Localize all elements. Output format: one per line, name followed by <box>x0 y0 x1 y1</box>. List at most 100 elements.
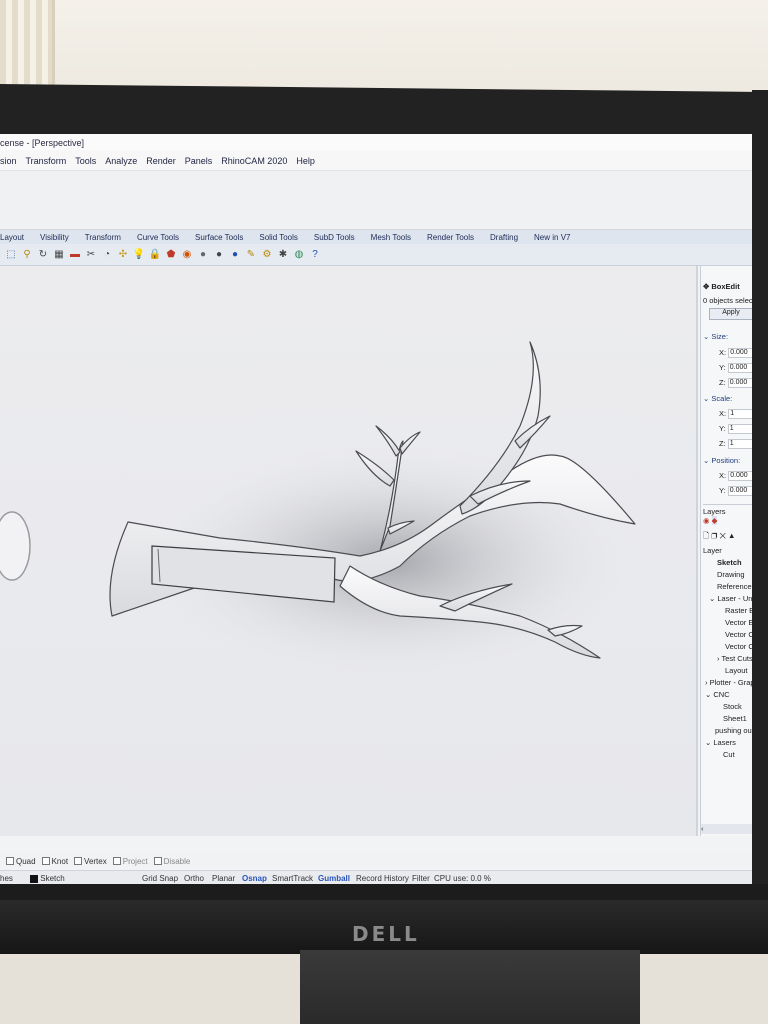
copy-layer-icon[interactable]: ❐ <box>711 531 717 540</box>
move-icon[interactable]: ✣ <box>116 247 130 261</box>
scale-label: Scale: <box>711 394 733 403</box>
tab-surface-tools[interactable]: Surface Tools <box>195 233 243 244</box>
scale-y-field[interactable]: 1 <box>727 424 752 435</box>
layer-item[interactable]: › Test Cuts <box>717 654 752 663</box>
render-sphere-icon[interactable]: ● <box>212 247 226 261</box>
layer-item[interactable]: Stock <box>723 702 742 711</box>
move-up-icon[interactable]: ▲ <box>728 531 735 540</box>
size-z-field[interactable]: 0.000 <box>727 378 752 389</box>
light-bulb-icon[interactable]: 💡 <box>132 247 146 261</box>
layer-item[interactable]: ⌄ CNC <box>705 690 730 699</box>
split-icon[interactable]: ✂ <box>84 247 98 261</box>
paint-icon[interactable]: ✎ <box>244 247 258 261</box>
tab-solid-tools[interactable]: Solid Tools <box>259 233 298 244</box>
zoom-window-icon[interactable]: ⬚ <box>4 247 18 261</box>
blue-sphere-icon[interactable]: ● <box>228 247 242 261</box>
toggle-planar[interactable]: Planar <box>212 874 235 883</box>
gear-icon[interactable]: ⚙ <box>260 247 274 261</box>
menu-item-design[interactable]: sion <box>0 156 17 170</box>
scale-x-field[interactable]: 1 <box>728 409 752 420</box>
delete-layer-icon[interactable]: ✕ <box>719 531 725 540</box>
osnap-knot[interactable]: Knot <box>41 857 68 866</box>
panel-scrollbar[interactable]: ‹ <box>701 824 752 834</box>
menu-item-render[interactable]: Render <box>146 156 176 170</box>
scale-z-field[interactable]: 1 <box>727 439 752 450</box>
toggle-osnap[interactable]: Osnap <box>242 874 267 883</box>
position-section[interactable]: ⌄ Position: <box>703 456 740 465</box>
layer-item[interactable]: Vector Cut - <box>725 642 752 651</box>
position-y-field[interactable]: 0.000 <box>727 486 752 497</box>
layer-item[interactable]: Sheet1 <box>723 714 747 723</box>
toggle-ortho[interactable]: Ortho <box>184 874 204 883</box>
color-wheel-icon[interactable]: ◉ <box>703 516 710 525</box>
size-section[interactable]: ⌄ Size: <box>703 332 728 341</box>
new-layer-icon[interactable]: 🗋 <box>703 531 709 540</box>
size-x-field[interactable]: 0.000 <box>728 348 752 359</box>
osnap-vertex[interactable]: Vertex <box>74 857 107 866</box>
osnap-project[interactable]: Project <box>112 857 148 866</box>
window-title: cense - [Perspective] <box>0 134 752 150</box>
layer-item[interactable]: Vector Cut - <box>725 630 752 639</box>
menu-item-tools[interactable]: Tools <box>75 156 96 170</box>
tab-drafting[interactable]: Drafting <box>490 233 518 244</box>
osnap-quad[interactable]: Quad <box>6 857 36 866</box>
menu-item-panels[interactable]: Panels <box>185 156 213 170</box>
scale-y-label: Y: <box>719 424 726 433</box>
layers-tab-icon[interactable]: ◆ <box>711 516 718 525</box>
layer-item[interactable]: › Plotter - Graphit <box>705 678 752 687</box>
puzzle-icon[interactable]: ✱ <box>276 247 290 261</box>
tab-new-in-v7[interactable]: New in V7 <box>534 233 570 244</box>
size-y-row: Y: 0.000 <box>719 363 752 374</box>
osnap-label: Quad <box>16 856 36 866</box>
menu-item-transform[interactable]: Transform <box>26 156 67 170</box>
tab-transform[interactable]: Transform <box>85 233 121 244</box>
layer-item[interactable]: Raster Engra <box>725 606 752 615</box>
layer-item[interactable]: Sketch <box>717 558 742 567</box>
tab-curve-tools[interactable]: Curve Tools <box>137 233 179 244</box>
layer-item[interactable]: Reference Geo <box>717 582 752 591</box>
scale-x-label: X: <box>719 409 727 418</box>
monitor-stand <box>300 950 640 1024</box>
car-icon[interactable]: ▬ <box>68 247 82 261</box>
toggle-grid-snap[interactable]: Grid Snap <box>142 874 178 883</box>
apply-button[interactable]: Apply <box>709 308 752 320</box>
shield-icon[interactable]: ⬟ <box>164 247 178 261</box>
tab-subd-tools[interactable]: SubD Tools <box>314 233 355 244</box>
command-history-area[interactable] <box>0 170 752 230</box>
help-icon[interactable]: ? <box>308 247 322 261</box>
rotate-view-icon[interactable]: ↻ <box>36 247 50 261</box>
status-layer[interactable]: Sketch <box>30 874 65 883</box>
lock-icon[interactable]: 🔒 <box>148 247 162 261</box>
toggle-filter[interactable]: Filter <box>412 874 430 883</box>
material-sphere-icon[interactable]: ● <box>196 247 210 261</box>
scale-section[interactable]: ⌄ Scale: <box>703 394 732 403</box>
layer-item[interactable]: Drawing <box>717 570 745 579</box>
toggle-record-history[interactable]: Record History <box>356 874 409 883</box>
tab-render-tools[interactable]: Render Tools <box>427 233 474 244</box>
osnap-disable[interactable]: Disable <box>153 857 190 866</box>
menu-item-analyze[interactable]: Analyze <box>105 156 137 170</box>
layer-item[interactable]: Layout <box>725 666 748 675</box>
grid-icon[interactable]: ▦ <box>52 247 66 261</box>
toggle-gumball[interactable]: Gumball <box>318 874 350 883</box>
boxedit-tab[interactable]: ✥ BoxEdit <box>703 282 740 291</box>
globe-icon[interactable]: ◍ <box>292 247 306 261</box>
zoom-icon[interactable]: ⚲ <box>20 247 34 261</box>
menu-item-rhinocam[interactable]: RhinoCAM 2020 <box>221 156 287 170</box>
rotate-icon[interactable]: ◔ <box>100 247 114 261</box>
desk-surface <box>0 954 300 1024</box>
layer-item[interactable]: pushing out of f <box>715 726 752 735</box>
color-wheel-icon[interactable]: ◉ <box>180 247 194 261</box>
perspective-viewport[interactable] <box>0 266 698 836</box>
size-y-field[interactable]: 0.000 <box>727 363 752 374</box>
tab-visibility[interactable]: Visibility <box>40 233 69 244</box>
tab-mesh-tools[interactable]: Mesh Tools <box>371 233 411 244</box>
layer-item[interactable]: ⌄ Lasers <box>705 738 736 747</box>
layer-item[interactable]: Vector Etch <box>725 618 752 627</box>
position-x-field[interactable]: 0.000 <box>728 471 752 482</box>
toggle-smarttrack[interactable]: SmartTrack <box>272 874 313 883</box>
menu-item-help[interactable]: Help <box>296 156 315 170</box>
tab-layout[interactable]: Layout <box>0 233 24 244</box>
layer-item[interactable]: Cut <box>723 750 735 759</box>
layer-item[interactable]: ⌄ Laser - Universa <box>709 594 752 603</box>
